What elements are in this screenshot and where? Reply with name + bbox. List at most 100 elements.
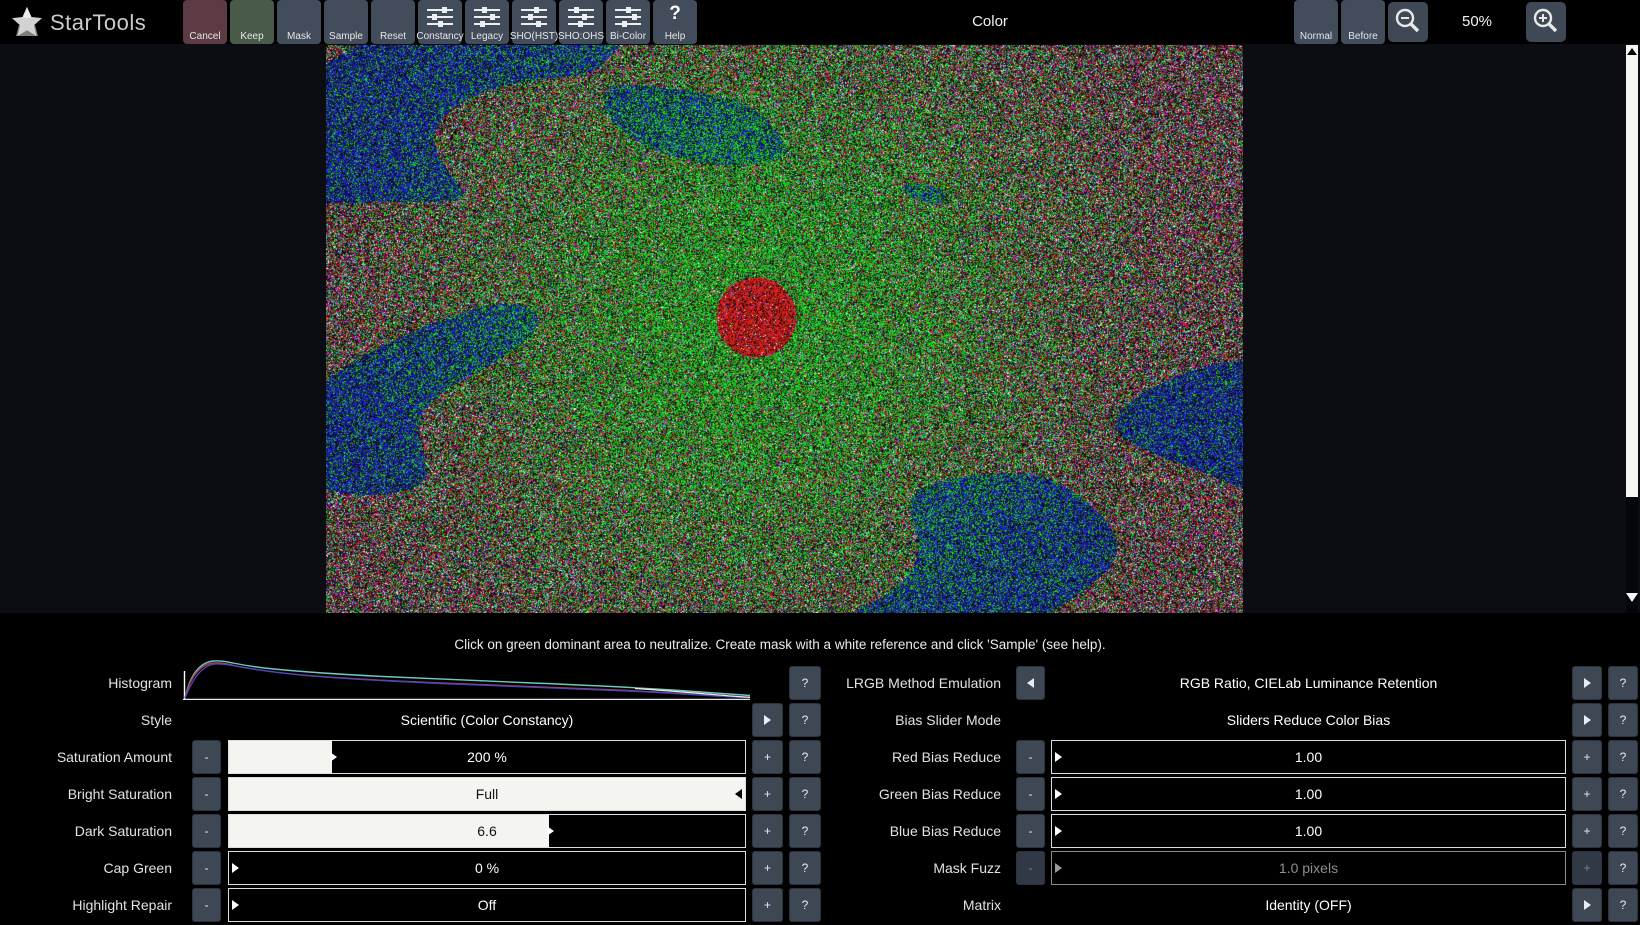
help-button[interactable]: ? Help: [653, 0, 697, 44]
cap-green-value: 0 %: [229, 852, 745, 884]
sliders-icon: [512, 4, 556, 30]
mask-button[interactable]: Mask: [277, 0, 321, 44]
image-viewport: [0, 44, 1640, 613]
highlight-repair-label: Highlight Repair: [0, 888, 172, 922]
red-bias-slider[interactable]: 1.00: [1051, 740, 1566, 774]
matrix-next-button[interactable]: [1572, 888, 1602, 922]
red-bias-label: Red Bias Reduce: [760, 740, 1001, 774]
lrgb-method-help-button[interactable]: ?: [1608, 666, 1638, 700]
dark-saturation-slider[interactable]: 6.6: [228, 814, 746, 848]
scroll-down-icon: [1626, 593, 1638, 602]
star-logo-icon: [8, 4, 46, 42]
zoom-level-value: 50%: [1440, 0, 1514, 44]
lrgb-method-select[interactable]: RGB Ratio, CIELab Luminance Retention: [1051, 666, 1566, 700]
app-logo: StarTools: [8, 4, 146, 42]
blue-bias-help-button[interactable]: ?: [1608, 814, 1638, 848]
bright-saturation-label: Bright Saturation: [0, 777, 172, 811]
cancel-button[interactable]: Cancel: [183, 0, 227, 44]
bi-color-preset-button[interactable]: Bi-Color: [606, 0, 650, 44]
top-toolbar: StarTools Cancel Keep Mask Sample Reset …: [0, 0, 1640, 44]
scroll-up-icon: [1627, 48, 1637, 55]
dark-saturation-minus-button[interactable]: -: [192, 814, 221, 848]
blue-bias-value: 1.00: [1052, 815, 1565, 847]
blue-bias-minus-button[interactable]: -: [1016, 814, 1045, 848]
sho-hst-preset-button[interactable]: SHO(HST): [512, 0, 556, 44]
arrow-right-icon: [1584, 900, 1591, 910]
magnifier-plus-icon: [1531, 7, 1561, 37]
bright-saturation-minus-button[interactable]: -: [192, 777, 221, 811]
saturation-amount-slider[interactable]: 200 %: [228, 740, 746, 774]
sliders-icon: [559, 4, 603, 30]
startools-color-window: StarTools Cancel Keep Mask Sample Reset …: [0, 0, 1640, 925]
sliders-icon: [606, 4, 650, 30]
before-view-button[interactable]: Before: [1341, 0, 1385, 44]
lrgb-method-label: LRGB Method Emulation: [760, 666, 1001, 700]
red-bias-value: 1.00: [1052, 741, 1565, 773]
image-canvas[interactable]: [326, 45, 1243, 613]
mask-fuzz-minus-button: -: [1016, 851, 1045, 885]
arrow-right-icon: [1584, 678, 1591, 688]
matrix-select[interactable]: Identity (OFF): [1051, 888, 1566, 922]
bias-slider-mode-select[interactable]: Sliders Reduce Color Bias: [1051, 703, 1566, 737]
lrgb-method-next-button[interactable]: [1572, 666, 1602, 700]
sliders-icon: [465, 4, 509, 30]
blue-bias-plus-button[interactable]: +: [1572, 814, 1602, 848]
green-bias-help-button[interactable]: ?: [1608, 777, 1638, 811]
sample-button[interactable]: Sample: [324, 0, 368, 44]
bias-slider-mode-next-button[interactable]: [1572, 703, 1602, 737]
saturation-amount-label: Saturation Amount: [0, 740, 172, 774]
dark-saturation-value: 6.6: [229, 815, 745, 847]
bright-saturation-value: Full: [229, 778, 745, 810]
highlight-repair-value: Off: [229, 889, 745, 921]
red-bias-plus-button[interactable]: +: [1572, 740, 1602, 774]
highlight-repair-slider[interactable]: Off: [228, 888, 746, 922]
arrow-right-icon: [1584, 715, 1591, 725]
highlight-repair-minus-button[interactable]: -: [192, 888, 221, 922]
module-title: Color: [890, 0, 1090, 44]
histogram-plot: [183, 650, 750, 700]
blue-bias-label: Blue Bias Reduce: [760, 814, 1001, 848]
magnifier-minus-icon: [1393, 7, 1423, 37]
legacy-preset-button[interactable]: Legacy: [465, 0, 509, 44]
blue-bias-slider[interactable]: 1.00: [1051, 814, 1566, 848]
style-select[interactable]: Scientific (Color Constancy): [228, 703, 746, 737]
green-bias-plus-button[interactable]: +: [1572, 777, 1602, 811]
style-label: Style: [0, 703, 172, 737]
zoom-in-button[interactable]: [1526, 2, 1566, 42]
cap-green-minus-button[interactable]: -: [192, 851, 221, 885]
green-bias-value: 1.00: [1052, 778, 1565, 810]
app-logo-text: StarTools: [50, 10, 146, 36]
constancy-preset-button[interactable]: Constancy: [418, 0, 462, 44]
cap-green-label: Cap Green: [0, 851, 172, 885]
green-bias-label: Green Bias Reduce: [760, 777, 1001, 811]
mask-fuzz-help-button[interactable]: ?: [1608, 851, 1638, 885]
red-bias-help-button[interactable]: ?: [1608, 740, 1638, 774]
reset-button[interactable]: Reset: [371, 0, 415, 44]
cap-green-slider[interactable]: 0 %: [228, 851, 746, 885]
mask-fuzz-plus-button: +: [1572, 851, 1602, 885]
matrix-label: Matrix: [760, 888, 1001, 922]
matrix-help-button[interactable]: ?: [1608, 888, 1638, 922]
bias-slider-mode-help-button[interactable]: ?: [1608, 703, 1638, 737]
normal-view-button[interactable]: Normal: [1294, 0, 1338, 44]
mask-fuzz-label: Mask Fuzz: [760, 851, 1001, 885]
zoom-out-button[interactable]: [1388, 2, 1428, 42]
mask-fuzz-value: 1.0 pixels: [1052, 852, 1565, 884]
sho-ohs-preset-button[interactable]: SHO:OHS: [559, 0, 603, 44]
lrgb-method-prev-button[interactable]: [1016, 666, 1045, 700]
scrollbar-thumb[interactable]: [1626, 45, 1638, 497]
green-bias-slider[interactable]: 1.00: [1051, 777, 1566, 811]
arrow-left-icon: [1027, 678, 1034, 688]
bias-slider-mode-label: Bias Slider Mode: [760, 703, 1001, 737]
red-bias-minus-button[interactable]: -: [1016, 740, 1045, 774]
bright-saturation-slider[interactable]: Full: [228, 777, 746, 811]
green-bias-minus-button[interactable]: -: [1016, 777, 1045, 811]
keep-button[interactable]: Keep: [230, 0, 274, 44]
sliders-icon: [418, 4, 462, 30]
question-icon: ?: [653, 4, 697, 24]
vertical-scrollbar[interactable]: [1626, 45, 1638, 613]
saturation-amount-minus-button[interactable]: -: [192, 740, 221, 774]
histogram-label: Histogram: [0, 666, 172, 700]
dark-saturation-label: Dark Saturation: [0, 814, 172, 848]
saturation-amount-value: 200 %: [229, 741, 745, 773]
